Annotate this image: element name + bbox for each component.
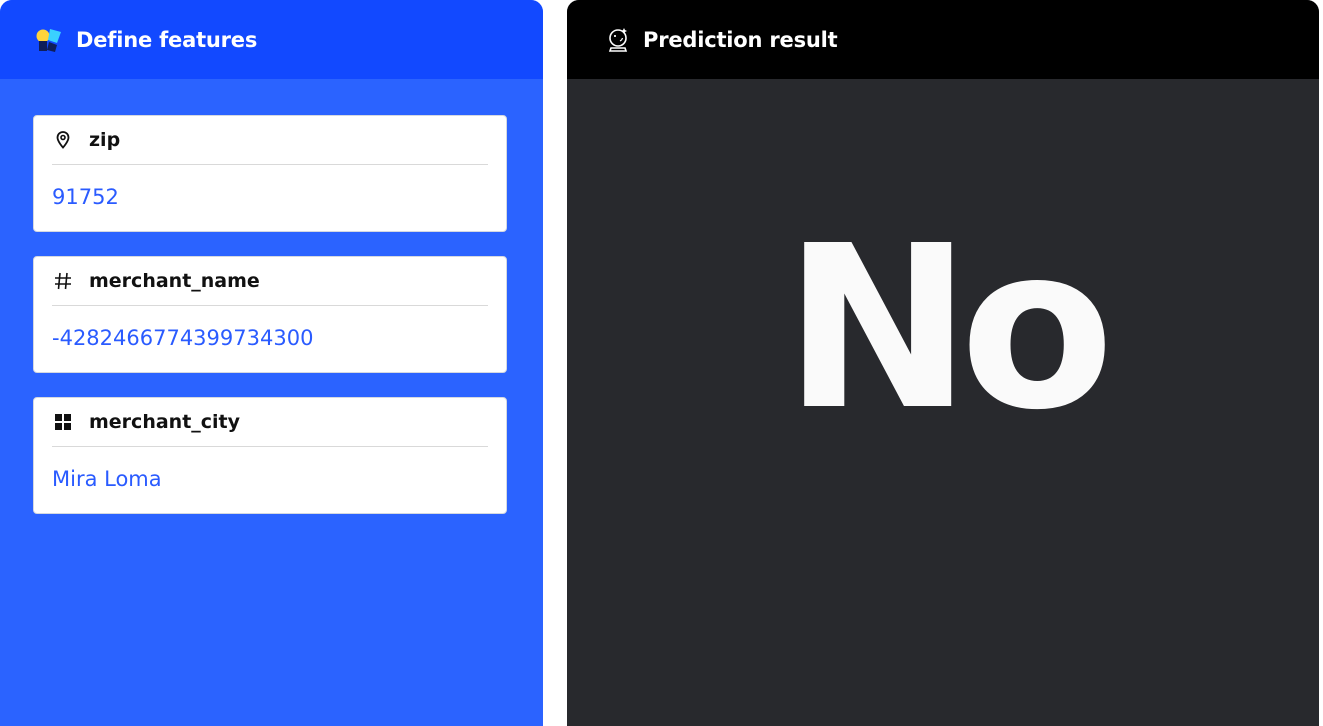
- feature-label: zip: [89, 129, 121, 151]
- feature-value[interactable]: -4282466774399734300: [52, 326, 506, 350]
- grid-icon: [52, 411, 74, 433]
- feature-label: merchant_city: [89, 411, 241, 433]
- prediction-result-header: Prediction result: [567, 0, 1319, 79]
- define-features-panel: Define features zip 91752 merchant_name …: [0, 0, 543, 726]
- feature-label: merchant_name: [89, 270, 260, 292]
- panel-title: Define features: [76, 27, 258, 52]
- feature-card-merchant-name[interactable]: merchant_name -4282466774399734300: [33, 256, 507, 373]
- prediction-result-panel: Prediction result No: [567, 0, 1319, 726]
- feature-card-merchant-city[interactable]: merchant_city Mira Loma: [33, 397, 507, 514]
- prediction-value: No: [783, 197, 1115, 460]
- define-features-header: Define features: [0, 0, 543, 79]
- hash-icon: [52, 270, 74, 292]
- panel-title: Prediction result: [643, 27, 838, 52]
- feature-value[interactable]: 91752: [52, 185, 506, 209]
- crystal-ball-icon: [607, 27, 629, 53]
- map-pin-icon: [52, 129, 74, 151]
- prediction-result-area: No: [567, 79, 1319, 579]
- app-logo-icon: [35, 27, 63, 53]
- feature-card-zip[interactable]: zip 91752: [33, 115, 507, 232]
- feature-value[interactable]: Mira Loma: [52, 467, 506, 491]
